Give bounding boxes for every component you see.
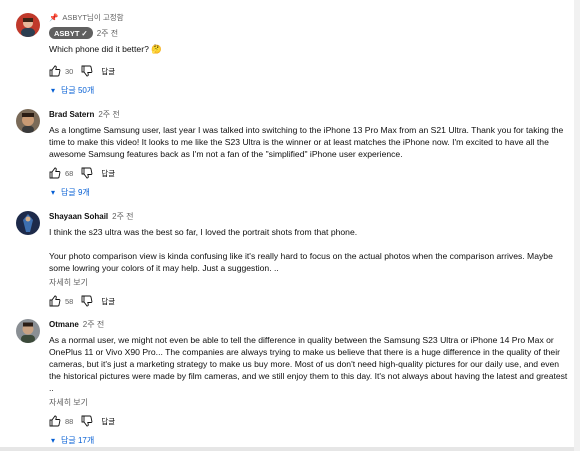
avatar[interactable] [16, 109, 40, 133]
comment-time[interactable]: 2주 전 [112, 211, 133, 222]
avatar[interactable] [16, 13, 40, 37]
view-replies-button[interactable]: ▾ 답글 9개 [51, 187, 570, 198]
author-badge[interactable]: ASBYT ✓ [49, 27, 93, 39]
read-more-link[interactable]: 자세히 보기 [49, 397, 570, 408]
avatar[interactable] [16, 319, 40, 343]
dislike-icon[interactable] [81, 65, 93, 77]
reply-button[interactable]: 답글 [101, 168, 115, 179]
chevron-down-icon: ▾ [51, 86, 56, 95]
like-icon[interactable] [49, 295, 61, 307]
reply-button[interactable]: 답글 [101, 416, 115, 427]
horizontal-scrollbar[interactable] [0, 447, 574, 451]
comment-author[interactable]: Brad Satern [49, 109, 94, 120]
comment-author[interactable]: Shayaan Sohail [49, 211, 108, 222]
like-count: 88 [65, 416, 74, 426]
comment-text: As a normal user, we might not even be a… [49, 335, 570, 393]
chevron-down-icon: ▾ [51, 188, 56, 197]
comment-time[interactable]: 2주 전 [98, 109, 119, 120]
verified-icon: ✓ [81, 28, 88, 38]
like-count: 58 [65, 296, 74, 306]
like-count: 68 [65, 168, 74, 178]
comment-text: I think the s23 ultra was the best so fa… [49, 227, 553, 273]
like-count: 30 [65, 66, 74, 76]
vertical-scrollbar[interactable] [574, 0, 580, 451]
pinned-label: 📌 ASBYT님이 고정함 [49, 13, 124, 22]
like-icon[interactable] [49, 65, 61, 77]
reply-button[interactable]: 답글 [101, 66, 115, 77]
like-icon[interactable] [49, 415, 61, 427]
view-replies-button[interactable]: ▾ 답글 17개 [51, 435, 570, 446]
dislike-icon[interactable] [81, 415, 93, 427]
view-replies-button[interactable]: ▾ 답글 50개 [51, 85, 570, 96]
comment-text: Which phone did it better? 🤔 [49, 44, 162, 54]
comment-time[interactable]: 2주 전 [97, 28, 118, 39]
avatar[interactable] [16, 211, 40, 235]
read-more-link[interactable]: 자세히 보기 [49, 277, 570, 288]
chevron-down-icon: ▾ [51, 436, 56, 445]
dislike-icon[interactable] [81, 295, 93, 307]
comment-time[interactable]: 2주 전 [83, 319, 104, 330]
like-icon[interactable] [49, 167, 61, 179]
comment-text: As a longtime Samsung user, last year I … [49, 125, 566, 159]
pin-icon: 📌 [49, 13, 59, 22]
dislike-icon[interactable] [81, 167, 93, 179]
comment-author[interactable]: Otmane [49, 319, 79, 330]
reply-button[interactable]: 답글 [101, 296, 115, 307]
